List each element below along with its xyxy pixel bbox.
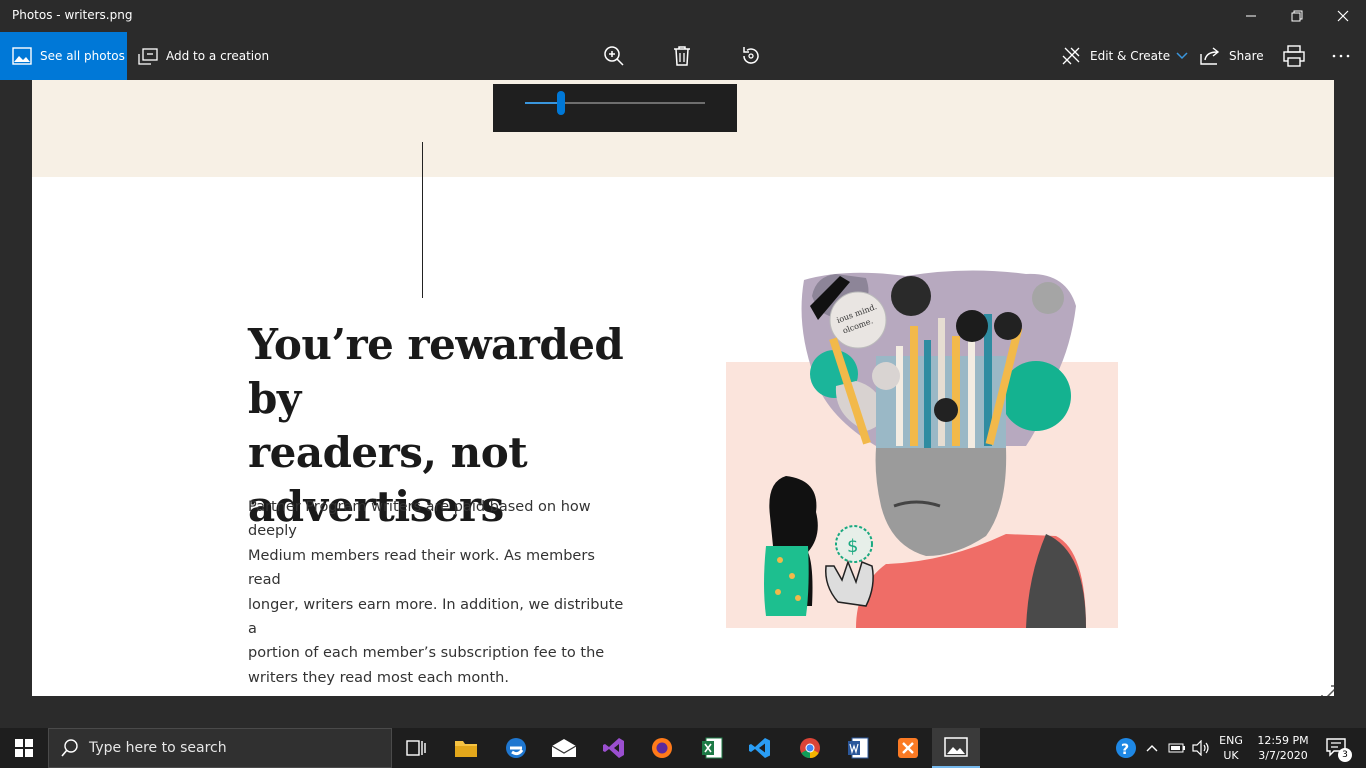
taskbar-file-explorer[interactable] <box>442 728 490 768</box>
edge-icon <box>506 738 526 758</box>
photo-viewer[interactable]: You’re rewarded by readers, not advertis… <box>32 80 1334 696</box>
body-line: Partner Program writers are paid based o… <box>248 499 591 540</box>
action-center-button[interactable]: 3 <box>1318 728 1358 768</box>
see-all-photos-label: See all photos <box>40 49 125 63</box>
print-button[interactable] <box>1283 32 1305 80</box>
edit-create-label: Edit & Create <box>1090 49 1171 63</box>
notification-badge: 3 <box>1338 748 1352 762</box>
delete-button[interactable] <box>672 32 692 80</box>
photos-icon <box>944 737 968 757</box>
restore-icon <box>1291 10 1303 22</box>
taskbar-vscode[interactable] <box>736 728 784 768</box>
share-label: Share <box>1229 49 1264 63</box>
photo-icon <box>12 47 32 65</box>
collage-illustration: ious mind. olcome. $ <box>726 270 1118 628</box>
taskbar-search-box[interactable]: Type here to search <box>48 728 392 768</box>
clock[interactable]: 12:59 PM 3/7/2020 <box>1252 728 1314 768</box>
printer-icon <box>1283 45 1305 67</box>
taskbar-mail[interactable] <box>540 728 588 768</box>
headline-line: readers, not <box>248 428 528 477</box>
headline-line: You’re rewarded by <box>248 320 624 423</box>
battery-tray-button[interactable] <box>1166 728 1188 768</box>
taskbar-excel[interactable] <box>688 728 736 768</box>
body-line: writers they read most each month. <box>248 669 509 686</box>
help-tray-button[interactable]: ? <box>1112 728 1140 768</box>
trash-icon <box>674 46 690 66</box>
zoom-in-icon <box>604 46 624 66</box>
chevron-up-icon <box>1146 745 1158 752</box>
minimize-button[interactable] <box>1228 0 1274 32</box>
task-view-icon <box>406 740 426 756</box>
language-code: ENG <box>1219 734 1243 747</box>
keyboard-region: UK <box>1223 749 1239 762</box>
clock-time: 12:59 PM <box>1257 734 1309 747</box>
share-icon <box>1200 47 1220 65</box>
rotate-button[interactable] <box>740 32 762 80</box>
search-icon <box>61 739 78 757</box>
rotate-icon <box>743 47 759 64</box>
share-button[interactable]: Share <box>1199 32 1264 80</box>
zoom-slider-popup <box>493 84 737 132</box>
vscode-icon <box>749 738 770 758</box>
close-icon <box>1337 10 1349 22</box>
close-button[interactable] <box>1320 0 1366 32</box>
language-indicator[interactable]: ENG UK <box>1214 728 1248 768</box>
article-body: Partner Program writers are paid based o… <box>248 495 632 690</box>
taskbar-chrome[interactable] <box>786 728 834 768</box>
word-icon <box>848 737 869 759</box>
minimize-icon <box>1246 15 1256 17</box>
taskbar: Type here to search ? ENG UK 12:59 PM 3/… <box>0 728 1366 768</box>
restore-button[interactable] <box>1274 0 1320 32</box>
zoom-button[interactable] <box>603 32 625 80</box>
add-to-creation-button[interactable]: Add to a creation <box>138 32 269 80</box>
xampp-icon <box>898 738 918 758</box>
volume-tray-button[interactable] <box>1190 728 1212 768</box>
svg-text:?: ? <box>1121 742 1129 758</box>
firefox-icon <box>652 738 672 758</box>
search-placeholder: Type here to search <box>89 740 227 756</box>
taskbar-edge[interactable] <box>492 728 540 768</box>
visual-studio-icon <box>603 738 624 758</box>
divider-line <box>422 142 423 298</box>
more-icon <box>1332 54 1350 58</box>
edit-create-icon <box>1062 47 1080 65</box>
zoom-slider-thumb[interactable] <box>557 91 565 115</box>
add-to-creation-icon <box>138 48 158 65</box>
start-button[interactable] <box>0 728 48 768</box>
more-options-button[interactable] <box>1332 32 1350 80</box>
add-to-creation-label: Add to a creation <box>166 49 270 63</box>
taskbar-photos[interactable] <box>932 728 980 768</box>
taskbar-word[interactable] <box>834 728 882 768</box>
folder-icon <box>455 741 477 757</box>
see-all-photos-button[interactable]: See all photos <box>0 32 127 80</box>
window-title: Photos - writers.png <box>12 8 133 22</box>
fullscreen-icon[interactable] <box>1318 682 1334 696</box>
zoom-slider-fill <box>525 102 561 104</box>
body-line: Medium members read their work. As membe… <box>248 547 595 589</box>
taskbar-xampp[interactable] <box>884 728 932 768</box>
body-line: portion of each member’s subscription fe… <box>248 645 605 662</box>
task-view-button[interactable] <box>392 728 440 768</box>
title-bar: Photos - writers.png <box>0 0 1366 32</box>
speaker-icon <box>1192 740 1209 756</box>
body-line: longer, writers earn more. In addition, … <box>248 596 624 638</box>
taskbar-firefox[interactable] <box>638 728 686 768</box>
show-hidden-icons-button[interactable] <box>1142 728 1162 768</box>
chrome-icon <box>800 738 820 759</box>
windows-logo-icon <box>15 739 33 757</box>
chevron-down-icon <box>1176 52 1188 60</box>
help-icon: ? <box>1116 738 1136 758</box>
mail-icon <box>551 739 577 757</box>
clock-date: 3/7/2020 <box>1258 749 1308 762</box>
excel-icon <box>702 737 723 759</box>
edit-create-button[interactable]: Edit & Create <box>1060 32 1188 80</box>
photos-toolbar: See all photos Add to a creation Edit & … <box>0 32 1366 80</box>
svg-text:$: $ <box>847 536 858 557</box>
taskbar-visual-studio[interactable] <box>590 728 638 768</box>
battery-icon <box>1168 743 1185 753</box>
